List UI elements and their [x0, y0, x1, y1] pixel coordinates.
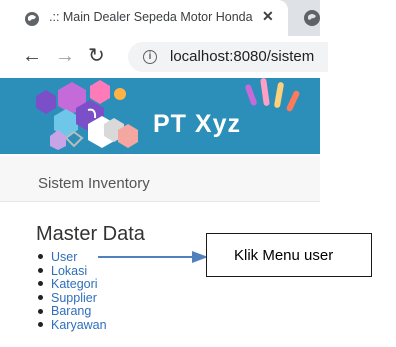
bullet-icon [38, 308, 43, 314]
tab-strip: .:: Main Dealer Sepeda Motor Honda ✕ [0, 0, 320, 36]
tab-title: .:: Main Dealer Sepeda Motor Honda [49, 10, 253, 24]
menu-link-barang[interactable]: Barang [51, 304, 91, 319]
menu-link-lokasi[interactable]: Lokasi [51, 264, 87, 278]
globe-icon [25, 12, 39, 26]
url-text[interactable]: localhost:8080/sistem [170, 48, 318, 65]
menu-link-supplier[interactable]: Supplier [51, 291, 97, 305]
menu-item-user: User [38, 250, 107, 265]
menu-link-karyawan[interactable]: Karyawan [51, 318, 107, 332]
callout-text: Klik Menu user [234, 247, 334, 264]
master-data-menu: User Lokasi Kategori Supplier Barang Kar… [38, 250, 107, 333]
menu-link-user[interactable]: User [51, 250, 77, 264]
reload-icon[interactable]: ↻ [88, 46, 105, 66]
bullet-icon [38, 267, 43, 273]
menu-item-supplier: Supplier [38, 291, 107, 306]
menu-item-lokasi: Lokasi [38, 264, 107, 279]
navbar-brand[interactable]: Sistem Inventory [38, 175, 150, 192]
back-icon[interactable]: ← [22, 46, 42, 66]
bullet-icon [38, 254, 43, 260]
bullet-icon [38, 294, 43, 300]
browser-tab[interactable]: .:: Main Dealer Sepeda Motor Honda ✕ [0, 0, 288, 36]
page-heading: Master Data [36, 223, 145, 245]
menu-link-kategori[interactable]: Kategori [51, 277, 98, 291]
menu-item-karyawan: Karyawan [38, 318, 107, 333]
forward-icon[interactable]: → [55, 46, 75, 66]
tab-close-icon[interactable]: ✕ [262, 8, 274, 25]
callout-arrow-icon [98, 251, 208, 263]
menu-item-kategori: Kategori [38, 277, 107, 292]
menu-item-barang: Barang [38, 305, 107, 319]
bullet-icon [38, 281, 43, 287]
globe-icon[interactable] [303, 9, 321, 27]
bullet-icon [38, 322, 43, 328]
company-title: PT Xyz [153, 110, 241, 138]
info-icon[interactable]: i [143, 50, 157, 64]
